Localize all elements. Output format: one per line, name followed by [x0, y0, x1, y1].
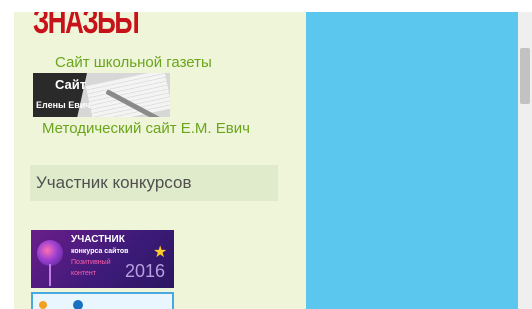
blue-dot-icon: [73, 300, 83, 309]
banner-line-2: Елены Евич: [36, 100, 91, 110]
badge-line-1: Позитивный: [71, 259, 111, 266]
orb-icon: [37, 240, 63, 266]
banner-line-1: Сайт: [55, 77, 87, 92]
evich-site-banner[interactable]: Сайт Елены Евич: [33, 73, 170, 117]
school-newspaper-link[interactable]: Сайт школьной газеты: [55, 54, 212, 71]
main-content-area: [306, 12, 518, 309]
sidebar: ЗНАЗБЫ Сайт школьной газеты Сайт Елены Е…: [14, 12, 306, 309]
second-contest-badge[interactable]: [31, 292, 174, 309]
star-icon: ★: [153, 244, 168, 261]
badge-subtitle: конкурса сайтов: [71, 248, 129, 255]
orb-stem: [49, 264, 51, 286]
contest-participant-badge[interactable]: УЧАСТНИК ★ конкурса сайтов Позитивный ко…: [31, 230, 174, 288]
contests-section-header: Участник конкурсов: [30, 165, 278, 201]
document-image: [85, 73, 170, 117]
school-newspaper-logo[interactable]: ЗНАЗБЫ: [33, 12, 140, 46]
badge-line-2: контент: [71, 270, 96, 277]
vertical-scrollbar[interactable]: [518, 12, 532, 309]
methodical-site-link[interactable]: Методический сайт Е.М. Евич: [42, 120, 250, 137]
badge-year: 2016: [125, 261, 166, 281]
orange-dot-icon: [39, 301, 47, 309]
scrollbar-thumb[interactable]: [520, 48, 530, 104]
section-title: Участник конкурсов: [36, 173, 192, 192]
logo-text: ЗНАЗБЫ: [33, 12, 140, 41]
badge-title: УЧАСТНИК: [71, 234, 125, 245]
